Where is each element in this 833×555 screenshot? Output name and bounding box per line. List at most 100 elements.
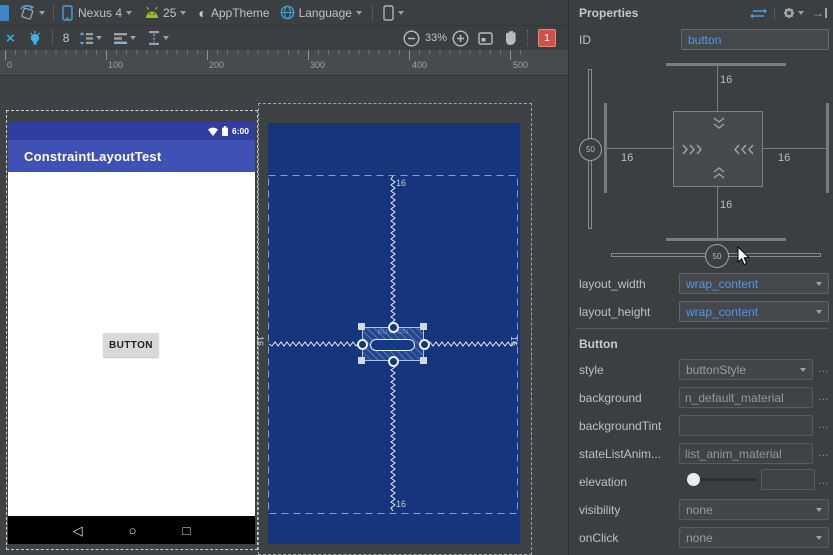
clear-constraints-icon[interactable]: × — [6, 31, 15, 46]
globe-icon — [280, 5, 294, 20]
android-icon — [146, 6, 159, 18]
zoom-level: 33% — [424, 32, 447, 44]
style-label: style — [579, 363, 604, 377]
resize-handle[interactable] — [420, 357, 427, 364]
api-level: 25 — [163, 5, 177, 20]
left-constraint-line — [607, 148, 673, 149]
visibility-value: none — [686, 502, 713, 517]
resize-handle[interactable] — [358, 323, 365, 330]
design-view-phone[interactable]: 6:00 ConstraintLayoutTest BUTTON ◁ ○ □ — [8, 122, 255, 544]
theme-icon: ◐ — [198, 4, 207, 21]
ruler-label: 300 — [310, 60, 326, 70]
mouse-cursor — [737, 246, 751, 266]
layout-height-label: layout_height — [579, 305, 651, 319]
ruler-label: 400 — [412, 60, 428, 70]
wrap-left-icon — [682, 144, 702, 155]
anchor-left[interactable] — [356, 338, 368, 350]
zoom-out-icon[interactable] — [403, 29, 420, 47]
elevation-more-button[interactable]: … — [818, 475, 830, 487]
default-margin-value[interactable]: 8 — [63, 31, 70, 45]
background-value: n_default_material — [685, 390, 784, 405]
inspector-widget-box[interactable] — [673, 111, 763, 187]
state-list-anim-more-button[interactable]: … — [818, 447, 830, 459]
background-tint-field[interactable] — [679, 415, 813, 436]
gear-icon[interactable] — [782, 6, 796, 20]
right-constraint-target — [826, 103, 829, 193]
separator — [527, 30, 529, 46]
pan-hand-icon[interactable] — [503, 30, 518, 46]
api-caret-icon — [180, 10, 187, 15]
background-field[interactable]: n_default_material — [679, 387, 813, 408]
design-button-widget[interactable]: BUTTON — [103, 333, 159, 357]
align-icon[interactable] — [114, 32, 128, 44]
right-constraint-line — [763, 148, 826, 149]
virtual-device-selector[interactable] — [383, 4, 404, 21]
hide-panel-icon[interactable]: → — [812, 7, 827, 19]
surface-mode-icon[interactable] — [0, 4, 9, 21]
anchor-top[interactable] — [387, 321, 399, 333]
switch-view-icon[interactable] — [749, 7, 767, 19]
elevation-slider-track[interactable] — [693, 478, 757, 481]
device-name: Nexus 4 — [78, 5, 123, 20]
guidelines-icon[interactable] — [148, 31, 160, 45]
background-tint-more-button[interactable]: … — [818, 419, 830, 431]
design-surface[interactable]: 6:00 ConstraintLayoutTest BUTTON ◁ ○ □ B… — [0, 76, 568, 555]
background-more-button[interactable]: … — [818, 391, 830, 403]
anchor-right[interactable] — [418, 338, 430, 350]
resize-handle[interactable] — [420, 323, 427, 330]
constraint-toolbar: × 8 33% 1 — [0, 26, 568, 50]
style-value: buttonStyle — [686, 362, 747, 377]
vertical-bias-knob[interactable]: 50 — [579, 138, 602, 161]
onclick-combo[interactable]: none — [679, 527, 829, 548]
elevation-field[interactable] — [761, 469, 815, 490]
visibility-combo[interactable]: none — [679, 499, 829, 520]
phone-icon — [62, 4, 73, 21]
blueprint-view[interactable]: BUTTON 16 16 16 16 — [255, 123, 520, 544]
id-input[interactable]: button — [681, 29, 829, 50]
virtual-device-caret-icon — [397, 10, 404, 15]
inspector-margin-top[interactable]: 16 — [720, 74, 732, 86]
wifi-icon — [207, 127, 218, 136]
button-section-title: Button — [579, 337, 618, 351]
language-selector[interactable]: Language — [280, 5, 362, 20]
layout-content: BUTTON — [8, 172, 255, 516]
inspector-margin-right[interactable]: 16 — [778, 152, 790, 164]
zoom-in-icon[interactable] — [452, 29, 469, 47]
theme-selector[interactable]: ◐ AppTheme — [198, 6, 269, 20]
inspector-margin-bottom[interactable]: 16 — [720, 199, 732, 211]
layout-height-value: wrap_content — [686, 304, 759, 319]
battery-icon — [221, 126, 228, 136]
action-bar: ConstraintLayoutTest — [8, 140, 255, 172]
api-selector[interactable]: 25 — [144, 5, 187, 20]
anchor-bottom[interactable] — [387, 355, 399, 367]
pack-caret-icon[interactable] — [96, 36, 103, 40]
orientation-icon[interactable] — [18, 4, 36, 21]
style-combo[interactable]: buttonStyle — [679, 359, 813, 380]
horizontal-bias-knob[interactable]: 50 — [705, 244, 729, 268]
background-label: background — [579, 391, 642, 405]
infer-constraints-icon[interactable] — [28, 30, 42, 46]
nav-back-icon[interactable]: ◁ — [73, 524, 83, 537]
error-badge[interactable]: 1 — [538, 29, 556, 47]
zoom-fit-icon[interactable] — [478, 31, 493, 45]
blueprint-button-baseline[interactable] — [370, 339, 415, 351]
nav-recents-icon[interactable]: □ — [183, 524, 191, 537]
layout-height-combo[interactable]: wrap_content — [679, 301, 829, 322]
style-more-button[interactable]: … — [818, 363, 830, 375]
state-list-anim-field[interactable]: list_anim_material — [679, 443, 813, 464]
align-caret-icon[interactable] — [130, 36, 137, 40]
orientation-caret-icon[interactable] — [39, 10, 45, 15]
onclick-value: none — [686, 530, 713, 545]
resize-handle[interactable] — [358, 357, 365, 364]
device-selector[interactable]: Nexus 4 — [62, 4, 133, 21]
pack-selection-icon[interactable] — [79, 31, 94, 45]
combo-caret-icon — [816, 535, 822, 540]
nav-home-icon[interactable]: ○ — [129, 524, 137, 537]
state-list-anim-value: list_anim_material — [685, 446, 782, 461]
elevation-slider-knob[interactable] — [687, 473, 700, 486]
guidelines-caret-icon[interactable] — [163, 36, 170, 40]
inspector-margin-left[interactable]: 16 — [621, 152, 633, 164]
layout-width-combo[interactable]: wrap_content — [679, 273, 829, 294]
bottom-constraint-target — [666, 238, 786, 241]
gear-caret-icon[interactable] — [798, 10, 804, 15]
